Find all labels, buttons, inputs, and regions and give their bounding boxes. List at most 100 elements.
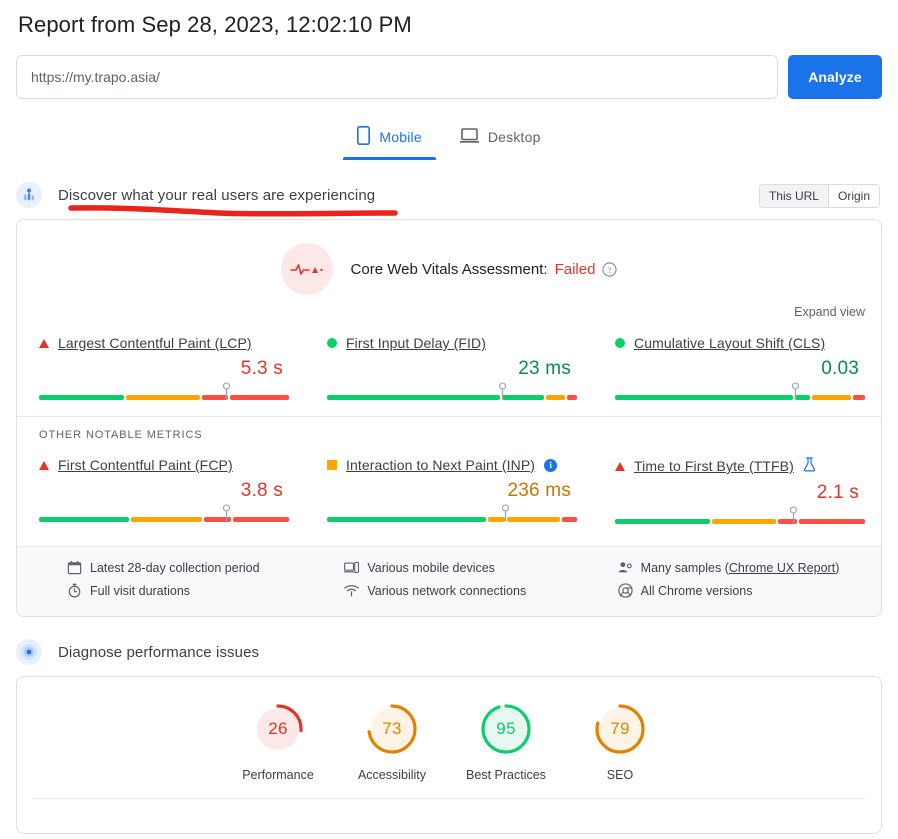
svg-text:?: ? xyxy=(608,264,612,274)
bar-segment-green xyxy=(39,395,124,400)
flask-icon[interactable] xyxy=(803,457,816,475)
metric-ttfb-label[interactable]: Time to First Byte (TTFB) xyxy=(634,458,794,474)
metric-fcp: First Contentful Paint (FCP) 3.8 s xyxy=(17,457,305,526)
metric-fid-bar xyxy=(327,388,571,402)
circle-icon xyxy=(615,338,625,348)
gauge-ring: 73 xyxy=(364,701,420,757)
help-icon[interactable]: ? xyxy=(602,262,617,277)
gauge-seo[interactable]: 79 SEO xyxy=(570,701,670,782)
field-section-title: Discover what your real users are experi… xyxy=(58,187,375,204)
bar-segment-green xyxy=(502,395,543,400)
metadata-column-3: Many samples (Chrome UX Report) All Chro… xyxy=(586,558,859,604)
metadata-text: All Chrome versions xyxy=(641,584,753,598)
gauge-accessibility[interactable]: 73 Accessibility xyxy=(342,701,442,782)
metadata-text: Latest 28-day collection period xyxy=(90,561,260,575)
gauge-performance[interactable]: 26 Performance xyxy=(228,701,328,782)
metric-fid: First Input Delay (FID) 23 ms xyxy=(305,335,593,402)
metric-inp-label[interactable]: Interaction to Next Paint (INP) xyxy=(346,457,535,473)
metadata-text: Many samples (Chrome UX Report) xyxy=(641,561,840,575)
field-data-card: Core Web Vitals Assessment: Failed ? Exp… xyxy=(16,219,882,617)
info-icon[interactable]: i xyxy=(544,459,557,472)
triangle-icon xyxy=(39,461,49,470)
page-title: Report from Sep 28, 2023, 12:02:10 PM xyxy=(16,0,882,41)
cwv-assessment-result: Failed xyxy=(555,261,596,278)
metric-fcp-label[interactable]: First Contentful Paint (FCP) xyxy=(58,457,233,473)
pagespeed-report: Report from Sep 28, 2023, 12:02:10 PM An… xyxy=(0,0,898,839)
metric-lcp: Largest Contentful Paint (LCP) 5.3 s xyxy=(17,335,305,402)
core-web-vitals-row: Largest Contentful Paint (LCP) 5.3 s Fir… xyxy=(17,319,881,408)
gauge-label: Performance xyxy=(242,768,314,782)
gauge-label: Accessibility xyxy=(358,768,426,782)
tab-desktop[interactable]: Desktop xyxy=(446,119,555,160)
diagnose-icon xyxy=(16,639,42,665)
gauge-best-practices[interactable]: 95 Best Practices xyxy=(456,701,556,782)
stopwatch-icon xyxy=(67,583,82,598)
metadata-column-2: Various mobile devices Various network c… xyxy=(312,558,585,604)
gauge-ring: 95 xyxy=(478,701,534,757)
bar-segment-green xyxy=(327,517,486,522)
url-input[interactable] xyxy=(16,55,778,99)
mobile-icon xyxy=(357,126,370,148)
tab-mobile-label: Mobile xyxy=(379,129,421,145)
tab-mobile[interactable]: Mobile xyxy=(343,119,435,160)
bar-segment-green xyxy=(615,395,793,400)
metadata-item: Latest 28-day collection period xyxy=(67,558,312,581)
lab-section-header: Diagnose performance issues xyxy=(16,639,882,665)
gauge-score: 95 xyxy=(478,701,534,757)
bar-segment-orange xyxy=(812,395,851,400)
bar-segment-green xyxy=(39,517,129,522)
expand-view-button[interactable]: Expand view xyxy=(17,301,881,319)
bar-segment-red xyxy=(567,395,577,400)
bar-segment-orange xyxy=(131,517,202,522)
cwv-assessment-label: Core Web Vitals Assessment: xyxy=(351,261,548,278)
metric-fid-label[interactable]: First Input Delay (FID) xyxy=(346,335,486,351)
metric-inp: Interaction to Next Paint (INP) i 236 ms xyxy=(305,457,593,526)
lab-data-card: 26 Performance 73 Accessibility 95 Best … xyxy=(16,676,882,834)
device-tabs: Mobile Desktop xyxy=(16,119,882,160)
metric-inp-value: 236 ms xyxy=(327,480,571,502)
metric-cls: Cumulative Layout Shift (CLS) 0.03 xyxy=(593,335,881,402)
bar-segment-orange xyxy=(507,517,561,522)
metric-cls-bar xyxy=(615,388,859,402)
other-metrics-row: First Contentful Paint (FCP) 3.8 s Inter… xyxy=(17,441,881,532)
lab-section-title: Diagnose performance issues xyxy=(58,644,259,661)
gauge-label: Best Practices xyxy=(466,768,546,782)
gauge-score: 79 xyxy=(592,701,648,757)
bar-segment-orange xyxy=(126,395,199,400)
desktop-icon xyxy=(460,128,479,147)
bar-segment-orange xyxy=(712,519,775,524)
metric-cls-value: 0.03 xyxy=(615,358,859,380)
toggle-origin[interactable]: Origin xyxy=(829,185,879,207)
triangle-icon xyxy=(39,339,49,348)
metric-lcp-value: 5.3 s xyxy=(39,358,283,380)
gauge-ring: 26 xyxy=(250,701,306,757)
metadata-item: Various network connections xyxy=(344,581,585,604)
chrome-ux-report-link[interactable]: Chrome UX Report xyxy=(729,561,835,575)
metric-cls-label[interactable]: Cumulative Layout Shift (CLS) xyxy=(634,335,825,351)
gauge-score: 73 xyxy=(364,701,420,757)
metadata-column-1: Latest 28-day collection period Full vis… xyxy=(39,558,312,604)
metadata-text: Full visit durations xyxy=(90,584,190,598)
analyze-button[interactable]: Analyze xyxy=(788,55,882,99)
cwv-assessment: Core Web Vitals Assessment: Failed ? xyxy=(17,220,881,301)
pulse-icon xyxy=(281,243,333,295)
users-icon xyxy=(16,182,42,208)
metric-fcp-bar xyxy=(39,510,283,524)
metadata-text: Various network connections xyxy=(367,584,526,598)
triangle-icon xyxy=(615,462,625,471)
circle-icon xyxy=(327,338,337,348)
cwv-assessment-text: Core Web Vitals Assessment: Failed ? xyxy=(351,261,618,278)
bar-segment-green xyxy=(327,395,500,400)
bar-segment-red xyxy=(233,517,289,522)
bar-segment-red xyxy=(853,395,865,400)
metadata-item: Many samples (Chrome UX Report) xyxy=(618,558,859,581)
url-bar: Analyze xyxy=(16,55,882,99)
scope-toggle: This URL Origin xyxy=(759,184,880,208)
metric-fcp-value: 3.8 s xyxy=(39,480,283,502)
metric-lcp-label[interactable]: Largest Contentful Paint (LCP) xyxy=(58,335,252,351)
field-section-header: Discover what your real users are experi… xyxy=(16,182,882,208)
metric-ttfb-value: 2.1 s xyxy=(615,482,859,504)
bar-segment-red xyxy=(799,519,865,524)
toggle-this-url[interactable]: This URL xyxy=(760,185,829,207)
gauge-label: SEO xyxy=(607,768,633,782)
